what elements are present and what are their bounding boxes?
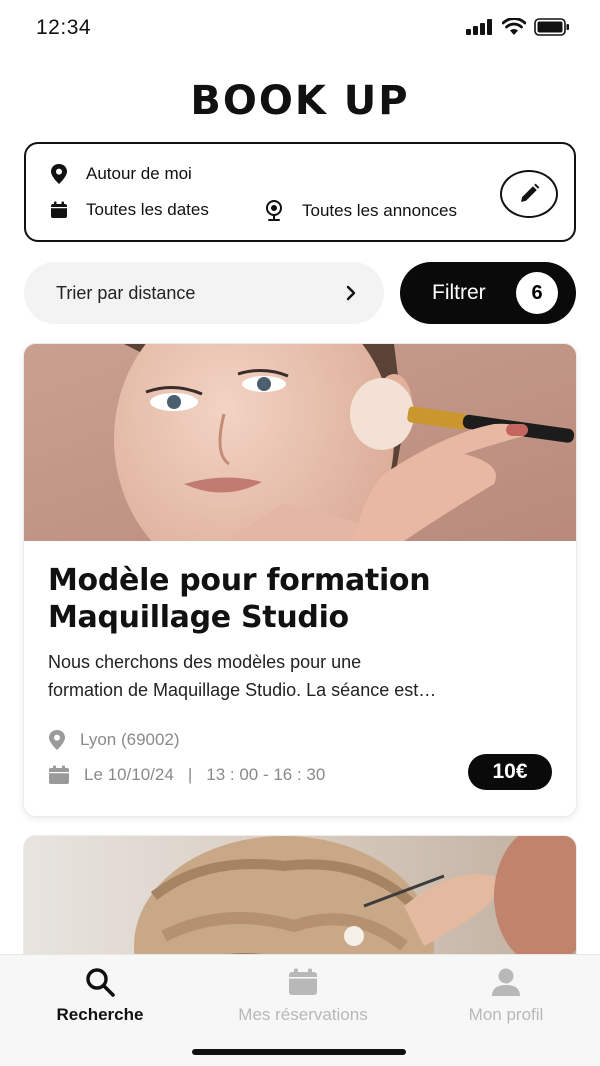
signal-icon bbox=[466, 19, 492, 35]
pencil-icon bbox=[521, 183, 540, 202]
nav-search-label: Recherche bbox=[56, 1005, 144, 1024]
nav-tab-search[interactable]: Recherche bbox=[0, 965, 200, 1025]
listing-title: Modèle pour formation Maquillage Studio bbox=[48, 562, 548, 636]
map-pin-icon bbox=[51, 164, 67, 184]
chevron-right-icon bbox=[346, 285, 356, 301]
price-badge: 10€ bbox=[468, 754, 552, 790]
dates-label: Toutes les dates bbox=[86, 200, 209, 219]
wifi-icon bbox=[502, 18, 526, 35]
listing-time: 13 : 00 - 16 : 30 bbox=[206, 765, 326, 784]
sort-label: Trier par distance bbox=[56, 282, 196, 303]
location-filter[interactable]: Autour de moi bbox=[50, 164, 192, 184]
app-title: BOOK UP bbox=[190, 78, 410, 124]
globe-pin-icon bbox=[266, 200, 282, 221]
filter-button[interactable]: Filtrer 6 bbox=[400, 262, 576, 324]
status-icons bbox=[466, 18, 570, 36]
location-label: Autour de moi bbox=[86, 164, 192, 183]
bottom-navigation: Recherche Mes réservations Mon profil bbox=[0, 954, 600, 1066]
listing-title-line-1: Modèle pour formation bbox=[48, 563, 431, 598]
nav-tab-profile[interactable]: Mon profil bbox=[406, 965, 600, 1025]
listing-description-line-2: formation de Maquillage Studio. La séanc… bbox=[48, 680, 437, 700]
ads-filter[interactable]: Toutes les annonces bbox=[264, 200, 457, 222]
ads-label: Toutes les annonces bbox=[302, 201, 457, 220]
home-indicator bbox=[192, 1049, 406, 1055]
listing-description: Nous cherchons des modèles pour une form… bbox=[48, 648, 548, 704]
listing-location: Lyon (69002) bbox=[48, 730, 180, 750]
listing-location-text: Lyon (69002) bbox=[80, 730, 180, 749]
calendar-icon bbox=[289, 968, 317, 995]
date-separator: | bbox=[187, 765, 193, 784]
listing-datetime: Le 10/10/24 | 13 : 00 - 16 : 30 bbox=[48, 765, 325, 785]
user-icon bbox=[492, 968, 520, 996]
calendar-icon bbox=[51, 201, 67, 218]
battery-icon bbox=[534, 18, 569, 36]
status-bar: 12:34 bbox=[0, 0, 600, 56]
search-criteria-box[interactable]: Autour de moi Toutes les dates Toutes le… bbox=[24, 142, 576, 242]
dates-filter[interactable]: Toutes les dates bbox=[50, 200, 209, 220]
calendar-icon bbox=[49, 765, 69, 784]
edit-search-button[interactable] bbox=[500, 170, 558, 218]
nav-tab-bookings[interactable]: Mes réservations bbox=[203, 965, 403, 1025]
sort-button[interactable]: Trier par distance bbox=[24, 262, 384, 324]
status-time: 12:34 bbox=[36, 16, 92, 39]
listing-card[interactable]: Modèle pour formation Maquillage Studio … bbox=[24, 344, 576, 816]
listing-date: Le 10/10/24 bbox=[84, 765, 174, 784]
map-pin-icon bbox=[49, 730, 65, 750]
nav-profile-label: Mon profil bbox=[468, 1005, 544, 1024]
nav-bookings-label: Mes réservations bbox=[238, 1005, 368, 1024]
listing-title-line-2: Maquillage Studio bbox=[48, 600, 349, 635]
listing-description-line-1: Nous cherchons des modèles pour une bbox=[48, 652, 362, 672]
listing-image bbox=[24, 344, 576, 541]
filter-label: Filtrer bbox=[432, 281, 486, 304]
filter-count-badge: 6 bbox=[516, 272, 558, 314]
search-icon bbox=[86, 968, 115, 997]
